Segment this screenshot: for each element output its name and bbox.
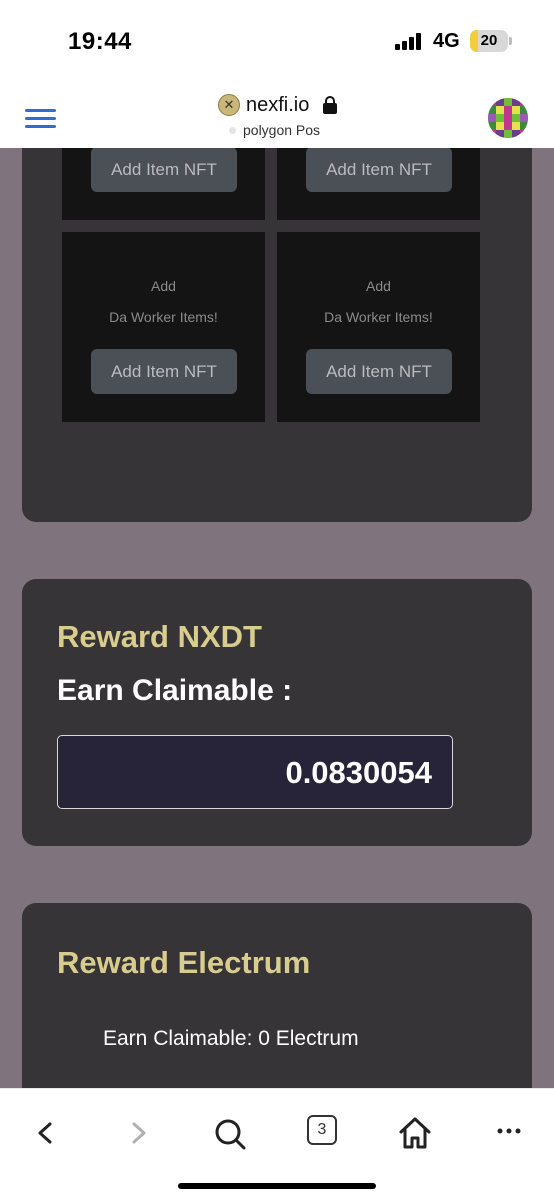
search-icon[interactable]	[212, 1113, 248, 1153]
page-content: Add Item NFT Add Item NFT Add Da Worker …	[0, 148, 554, 1088]
site-logo-icon: ✕	[218, 94, 240, 116]
battery-icon: 20	[470, 30, 508, 52]
chevron-left-icon[interactable]	[32, 1113, 60, 1153]
earn-claimable-field: 0.0830054	[57, 735, 453, 809]
battery-level: 20	[480, 32, 498, 49]
network-status-dot	[229, 127, 236, 134]
nft-slot: Add Item NFT	[62, 148, 265, 220]
menu-icon[interactable]	[25, 109, 56, 129]
home-icon[interactable]	[397, 1113, 433, 1153]
nft-slot: Add Item NFT	[277, 148, 480, 220]
nft-slot-worker-text: Da Worker Items!	[324, 309, 433, 325]
add-item-nft-button[interactable]: Add Item NFT	[91, 148, 237, 192]
add-item-nft-button[interactable]: Add Item NFT	[306, 349, 452, 394]
reward-nxdt-title: Reward NXDT	[57, 619, 262, 654]
electrum-claimable-text: Earn Claimable: 0 Electrum	[103, 1027, 359, 1050]
nft-slot-add-text: Add	[151, 278, 176, 294]
nft-slot: Add Da Worker Items! Add Item NFT	[277, 232, 480, 422]
nft-slot-worker-text: Da Worker Items!	[109, 309, 218, 325]
browser-header: ✕ nexfi.io polygon Pos	[0, 82, 554, 148]
network-type: 4G	[433, 30, 460, 52]
tabs-icon[interactable]: 3	[305, 1113, 339, 1153]
nft-slot-add-text: Add	[366, 278, 391, 294]
battery-cap	[509, 37, 512, 45]
signal-strength-icon	[395, 32, 425, 50]
nft-slot: Add Da Worker Items! Add Item NFT	[62, 232, 265, 422]
tabs-count: 3	[307, 1115, 337, 1145]
avatar[interactable]	[488, 98, 528, 138]
status-time: 19:44	[68, 28, 132, 55]
reward-electrum-card	[22, 903, 532, 1088]
status-bar: 19:44 4G 20	[0, 0, 554, 82]
site-domain[interactable]: nexfi.io	[246, 94, 309, 117]
lock-icon	[323, 96, 337, 114]
more-icon[interactable]	[494, 1113, 524, 1153]
chevron-right-icon[interactable]	[124, 1113, 152, 1153]
home-indicator	[178, 1183, 376, 1189]
add-item-nft-button[interactable]: Add Item NFT	[91, 349, 237, 394]
earn-claimable-label: Earn Claimable :	[57, 674, 293, 707]
nft-slots-card: Add Item NFT Add Item NFT Add Da Worker …	[22, 148, 532, 522]
add-item-nft-button[interactable]: Add Item NFT	[306, 148, 452, 192]
reward-electrum-title: Reward Electrum	[57, 945, 311, 980]
network-name[interactable]: polygon Pos	[243, 122, 320, 138]
earn-claimable-value: 0.0830054	[285, 755, 432, 790]
